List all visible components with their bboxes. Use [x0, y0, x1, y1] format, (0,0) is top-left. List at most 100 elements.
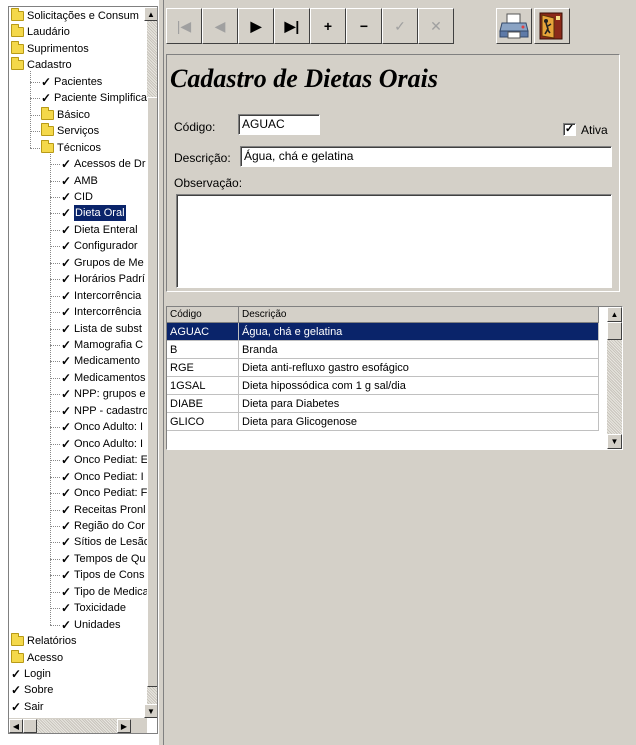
tree-item[interactable]: ✓ Intercorrência [61, 304, 141, 320]
grid-cell-codigo[interactable]: AGUAC [167, 323, 239, 341]
tree-item[interactable]: ✓ Tempos de Qu [61, 551, 146, 567]
observacao-textarea[interactable] [176, 194, 612, 288]
tree-item[interactable]: ✓ Horários Padrí [61, 271, 145, 287]
grid-column-header[interactable]: Descrição [239, 307, 599, 323]
dietas-grid[interactable]: Código Descrição AGUAC Água, chá e gelatina… [166, 306, 623, 450]
tree-item[interactable]: ✓ CID [61, 189, 93, 205]
grid-cell-codigo[interactable]: DIABE [167, 395, 239, 413]
tree-list[interactable]: Solicitações e Consum Laudário Suprimentos… [9, 7, 147, 718]
tree-connector [50, 591, 60, 593]
prior-record-button[interactable]: ◀ [202, 8, 238, 44]
insert-record-button[interactable]: + [310, 8, 346, 44]
tree-item[interactable]: ✓ Onco Pediat: E [61, 452, 147, 468]
scroll-track-horizontal[interactable] [23, 719, 117, 733]
tree-item-label: AMB [74, 174, 98, 187]
grid-cell-codigo[interactable]: RGE [167, 359, 239, 377]
grid-scroll-down-button[interactable]: ▼ [607, 434, 622, 449]
grid-cell-codigo[interactable]: GLICO [167, 413, 239, 431]
tree-item[interactable]: ✓ Mamografia C [61, 337, 143, 353]
grid-column-header[interactable]: Código [167, 307, 239, 323]
tree-connector [50, 624, 60, 626]
grid-cell-descricao[interactable]: Dieta para Glicogenose [239, 413, 599, 431]
scroll-right-button[interactable]: ▶ [117, 719, 131, 733]
print-button[interactable] [496, 8, 532, 44]
first-record-button[interactable]: |◀ [166, 8, 202, 44]
grid-cell-descricao[interactable]: Dieta hipossódica com 1 g sal/dia [239, 377, 599, 395]
tree-item[interactable]: ✓ NPP: grupos e [61, 386, 146, 402]
tree-item[interactable]: Básico [41, 106, 90, 123]
codigo-input[interactable]: AGUAC [238, 114, 320, 135]
scroll-thumb-horizontal[interactable] [23, 719, 37, 733]
tree-item[interactable]: ✓ Configurador [61, 238, 138, 254]
grid-cell-codigo[interactable]: 1GSAL [167, 377, 239, 395]
tree-item[interactable]: ✓ Onco Adulto: I [61, 419, 143, 435]
tree-connector [50, 229, 60, 231]
tree-item[interactable]: ✓ Unidades [61, 617, 120, 633]
ativa-checkbox[interactable]: ✓ [563, 123, 576, 136]
cancel-edit-button[interactable]: ✕ [418, 8, 454, 44]
tree-item[interactable]: ✓ Paciente Simplifica [41, 90, 147, 106]
tree-item-label: Técnicos [57, 141, 102, 154]
last-record-button[interactable]: ▶| [274, 8, 310, 44]
post-record-button[interactable]: ✓ [382, 8, 418, 44]
panel-splitter[interactable] [158, 0, 164, 745]
tree-item[interactable]: ✓ Sair [11, 699, 44, 715]
tree-item[interactable]: ✓ Tipo de Medica [61, 584, 147, 600]
tree-item[interactable]: Solicitações e Consum [11, 8, 139, 24]
tree-connector [50, 394, 60, 396]
check-icon: ✓ [11, 699, 22, 714]
tree-item[interactable]: ✓ Sítios de Lesão [61, 534, 147, 550]
grid-scroll-up-button[interactable]: ▲ [607, 307, 622, 322]
tree-item[interactable]: ✓ NPP - cadastro [61, 403, 147, 419]
tree-item[interactable]: ✓ Receitas Pronl [61, 502, 146, 518]
tree-item[interactable]: ✓ Intercorrência [61, 288, 141, 304]
tree-item[interactable]: ✓ Sobre [11, 682, 53, 698]
tree-item[interactable]: ✓ Onco Pediat: F [61, 485, 147, 501]
tree-item[interactable]: Relatórios [11, 633, 77, 649]
grid-cell-descricao[interactable]: Dieta anti-refluxo gastro esofágico [239, 359, 599, 377]
tree-item[interactable]: ✓ Onco Pediat: I [61, 469, 144, 485]
tree-item[interactable]: Cadastro [11, 57, 72, 73]
tree-item[interactable]: Acesso [11, 649, 63, 666]
grid-vertical-scrollbar[interactable]: ▲ ▼ [607, 307, 622, 449]
tree-horizontal-scrollbar[interactable]: ◀ ▶ [9, 718, 147, 733]
grid-cell-codigo[interactable]: B [167, 341, 239, 359]
navigation-tree[interactable]: Solicitações e Consum Laudário Suprimentos… [8, 6, 158, 734]
next-record-button[interactable]: ▶ [238, 8, 274, 44]
tree-item[interactable]: ✓ Onco Adulto: I [61, 436, 143, 452]
check-icon: ✓ [61, 387, 72, 402]
scroll-down-button[interactable]: ▼ [144, 704, 157, 718]
scroll-left-button[interactable]: ◀ [9, 719, 23, 733]
grid-cell-descricao[interactable]: Água, chá e gelatina [239, 323, 599, 341]
tree-item[interactable]: Laudário [11, 24, 70, 40]
descricao-input[interactable]: Água, chá e gelatina [240, 146, 612, 167]
tree-item[interactable]: ✓ Pacientes [41, 74, 102, 90]
check-icon: ✓ [61, 255, 72, 270]
tree-item[interactable]: ✓ Dieta Enteral [61, 222, 138, 238]
tree-item[interactable]: ✓ AMB [61, 173, 98, 189]
tree-connector [50, 427, 60, 429]
grid-cell-descricao[interactable]: Branda [239, 341, 599, 359]
tree-item[interactable]: ✓ Dieta Oral [61, 205, 126, 222]
tree-item[interactable]: ✓ Medicamentos [61, 370, 146, 386]
scroll-up-button[interactable]: ▲ [144, 7, 157, 21]
exit-button[interactable] [534, 8, 570, 44]
tree-item[interactable]: Suprimentos [11, 40, 89, 57]
tree-item[interactable]: ✓ Grupos de Me [61, 255, 144, 271]
grid-cell-descricao[interactable]: Dieta para Diabetes [239, 395, 599, 413]
delete-record-button[interactable]: − [346, 8, 382, 44]
tree-item[interactable]: ✓ Lista de subst [61, 321, 142, 337]
tree-item[interactable]: ✓ Medicamento [61, 353, 140, 369]
tree-item[interactable]: ✓ Login [11, 666, 51, 682]
grid-scroll-thumb[interactable] [607, 322, 622, 340]
tree-item[interactable]: ✓ Tipos de Cons [61, 567, 145, 583]
tree-item[interactable]: ✓ Toxicidade [61, 600, 126, 616]
scroll-thumb[interactable] [147, 97, 157, 687]
tree-item[interactable]: ✓ Acessos de Dr [61, 156, 146, 172]
tree-vertical-scrollbar[interactable]: ▲ ▼ [144, 7, 157, 718]
tree-item[interactable]: Serviços [41, 123, 99, 139]
tree-item-label: Dieta Enteral [74, 223, 138, 236]
tree-connector [50, 525, 60, 527]
tree-item-label: Lista de subst [74, 322, 142, 335]
tree-item[interactable]: ✓ Região do Cor [61, 518, 145, 534]
